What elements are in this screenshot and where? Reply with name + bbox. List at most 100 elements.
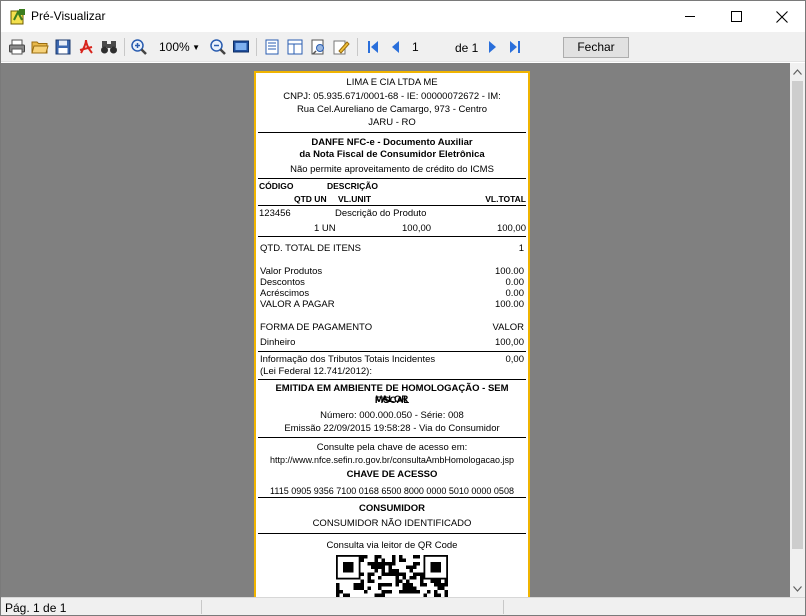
qr-module: [385, 583, 389, 587]
qr-module: [427, 590, 431, 594]
find-button[interactable]: [99, 37, 119, 57]
qr-module: [371, 565, 375, 569]
qr-module: [353, 586, 357, 590]
folder-open-icon: [31, 41, 49, 54]
vertical-scrollbar[interactable]: [790, 63, 805, 597]
company-name: LIMA E CIA LTDA ME: [346, 77, 438, 88]
qr-module: [360, 586, 364, 590]
qr-module: [385, 572, 389, 576]
export-pdf-button[interactable]: [76, 37, 96, 57]
close-window-button[interactable]: [759, 1, 805, 32]
qr-module: [420, 572, 424, 576]
toolbar: 100% ▼ 1 de 1 Fechar: [1, 32, 805, 62]
acrescimos-value: 0.00: [505, 288, 525, 299]
divider: [258, 533, 526, 534]
monitor-icon: [233, 40, 249, 53]
qr-module: [374, 569, 378, 573]
qr-module: [374, 555, 378, 559]
qr-module: [392, 562, 396, 566]
qr-module: [395, 579, 399, 583]
last-page-button[interactable]: [505, 37, 525, 57]
forma-pagamento-valor: VALOR: [492, 322, 524, 333]
qr-module: [413, 586, 417, 590]
two-pages-button[interactable]: [285, 37, 305, 57]
status-bar: Pág. 1 de 1: [1, 597, 805, 615]
qr-module: [395, 583, 399, 587]
qr-module: [413, 572, 417, 576]
edit-button[interactable]: [331, 37, 351, 57]
maximize-icon: [730, 11, 742, 22]
zoom-in-button[interactable]: [129, 37, 149, 57]
qr-module: [434, 583, 438, 587]
current-page-input[interactable]: 1: [408, 38, 448, 57]
zoom-select[interactable]: 100% ▼: [155, 38, 203, 57]
valor-pagar-label: VALOR A PAGAR: [260, 299, 335, 310]
qr-module: [367, 572, 371, 576]
minimize-button[interactable]: [667, 1, 713, 32]
lei-label: (Lei Federal 12.741/2012):: [260, 366, 372, 377]
qr-module: [381, 565, 385, 569]
qr-module: [399, 590, 403, 594]
scroll-down-button[interactable]: [790, 580, 805, 597]
qr-module: [364, 555, 368, 559]
maximize-button[interactable]: [713, 1, 759, 32]
page-setup-icon: [311, 39, 324, 55]
qr-module: [364, 590, 368, 594]
fit-page-button[interactable]: [231, 37, 251, 57]
preview-area[interactable]: LIMA E CIA LTDA ME CNPJ: 05.935.671/0001…: [1, 63, 790, 597]
page-setup-button[interactable]: [308, 37, 328, 57]
edit-pencil-icon: [333, 40, 350, 55]
next-page-button[interactable]: [482, 37, 502, 57]
qr-module: [367, 562, 371, 566]
chevron-down-icon: ▼: [192, 43, 200, 52]
qr-module: [444, 579, 448, 583]
divider: [258, 497, 526, 498]
qr-module: [339, 590, 343, 594]
close-button[interactable]: Fechar: [563, 37, 629, 58]
qr-module: [437, 583, 441, 587]
chevron-down-icon: [793, 585, 802, 592]
zoom-out-button[interactable]: [208, 37, 228, 57]
toolbar-separator: [357, 38, 358, 56]
danfe-title-1: DANFE NFC-e - Documento Auxiliar: [311, 137, 473, 148]
scroll-up-button[interactable]: [790, 63, 805, 80]
qr-module: [409, 565, 413, 569]
qr-module: [357, 586, 361, 590]
qr-module: [399, 558, 403, 562]
consumidor-label: CONSUMIDOR: [359, 503, 425, 514]
qtd-total-value: 1: [518, 243, 524, 254]
qr-module: [336, 590, 340, 594]
qr-module: [381, 558, 385, 562]
minimize-icon: [684, 16, 695, 17]
open-button[interactable]: [30, 37, 50, 57]
qr-module: [402, 576, 406, 580]
qr-module: [409, 590, 413, 594]
single-page-button[interactable]: [262, 37, 282, 57]
qtd-total-label: QTD. TOTAL DE ITENS: [260, 243, 361, 254]
qr-module: [385, 562, 389, 566]
previous-page-button[interactable]: [386, 37, 406, 57]
qr-module: [360, 558, 364, 562]
qr-module: [378, 565, 382, 569]
qr-module: [395, 572, 399, 576]
title-bar[interactable]: Pré-Visualizar: [1, 1, 805, 32]
first-page-button[interactable]: [363, 37, 383, 57]
qr-module: [374, 562, 378, 566]
previous-page-icon: [392, 41, 399, 53]
qr-code: [336, 555, 448, 597]
last-page-icon: [510, 41, 520, 53]
dinheiro-label: Dinheiro: [260, 337, 296, 348]
qr-module: [430, 579, 434, 583]
status-page-text: Pág. 1 de 1: [5, 601, 67, 615]
print-button[interactable]: [7, 37, 27, 57]
qr-module: [367, 576, 371, 580]
qr-module: [360, 555, 364, 559]
divider: [258, 437, 526, 438]
qr-module: [413, 565, 417, 569]
qr-module: [402, 558, 406, 562]
scroll-thumb[interactable]: [792, 81, 803, 549]
qr-module: [360, 579, 364, 583]
consumidor-value: CONSUMIDOR NÃO IDENTIFICADO: [312, 518, 472, 529]
save-button[interactable]: [53, 37, 73, 57]
qr-module: [381, 569, 385, 573]
